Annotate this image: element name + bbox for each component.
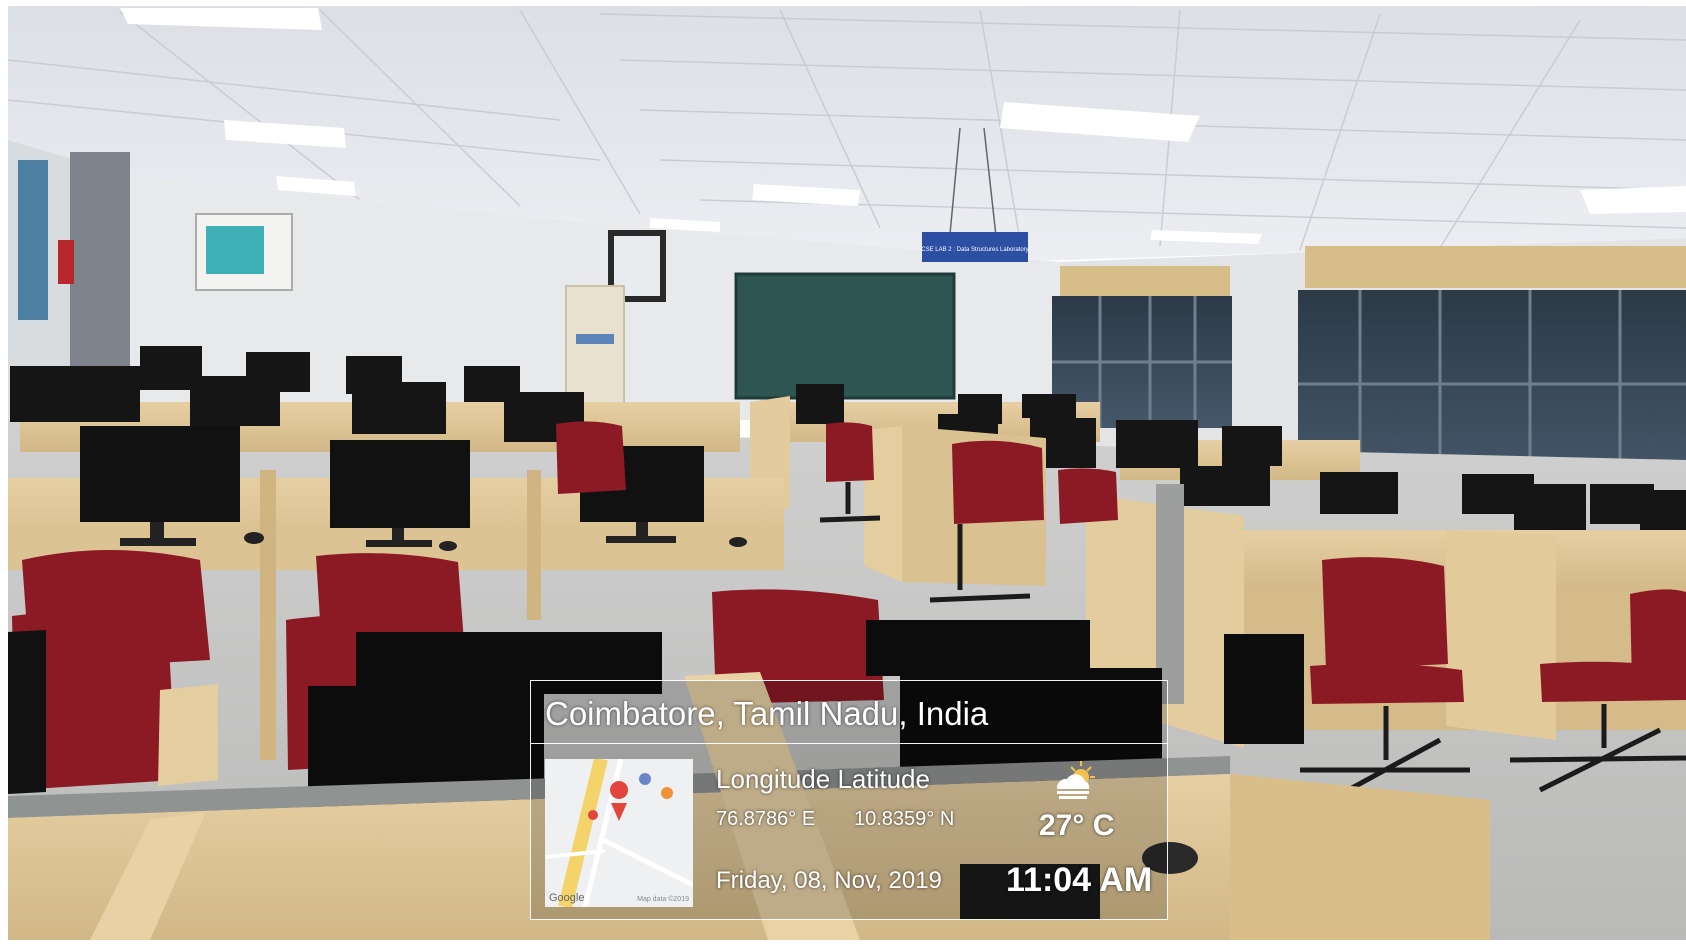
ceiling-sign-text: CSE LAB 2 : Data Structures Laboratory bbox=[921, 247, 1028, 253]
google-logo: Google bbox=[549, 892, 585, 904]
geotag-title-bar: Coimbatore, Tamil Nadu, India bbox=[531, 681, 1167, 744]
time-value: 11:04 AM bbox=[1006, 861, 1153, 899]
temperature-value: 27° C bbox=[1039, 809, 1115, 842]
date-value: Friday, 08, Nov, 2019 bbox=[716, 867, 942, 894]
partly-cloudy-icon bbox=[1056, 761, 1095, 799]
map-data-label: Map data ©2019 bbox=[637, 896, 689, 903]
map-thumbnail: Google Map data ©2019 bbox=[545, 759, 693, 907]
map-poi-icon bbox=[588, 810, 598, 820]
longitude-value: 76.8786° E bbox=[716, 808, 816, 830]
coordinates-heading: Longitude Latitude bbox=[716, 764, 930, 794]
map-poi-icon bbox=[639, 773, 651, 785]
location-title: Coimbatore, Tamil Nadu, India bbox=[545, 695, 989, 732]
latitude-value: 10.8359° N bbox=[854, 808, 955, 830]
map-poi-icon bbox=[661, 787, 673, 799]
geotag-overlay: Coimbatore, Tamil Nadu, India Google Map… bbox=[530, 680, 1168, 920]
